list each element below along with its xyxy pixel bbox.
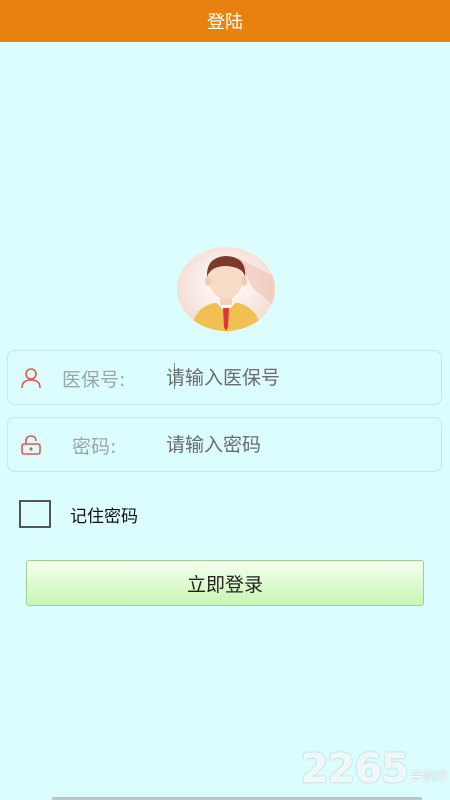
watermark: 2265 手游网 [301,746,446,792]
page-title: 登陆 [207,12,243,33]
password-input[interactable] [166,426,426,464]
remember-checkbox[interactable] [19,500,51,528]
title-bar: 登陆 [0,0,450,42]
id-number-field[interactable]: 医保号: [7,350,442,405]
avatar [177,247,275,331]
id-number-label: 医保号: [62,369,126,391]
watermark-text: 手游网 [409,769,446,783]
id-number-input[interactable] [166,359,426,397]
password-label: 密码: [72,436,117,458]
watermark-number: 2265 [300,746,409,792]
remember-label: 记住密码 [70,506,138,527]
lock-icon [20,434,42,456]
password-field[interactable]: 密码: [7,417,442,472]
login-button[interactable]: 立即登录 [26,560,424,606]
remember-password[interactable]: 记住密码 [19,500,138,528]
user-icon [20,367,42,389]
